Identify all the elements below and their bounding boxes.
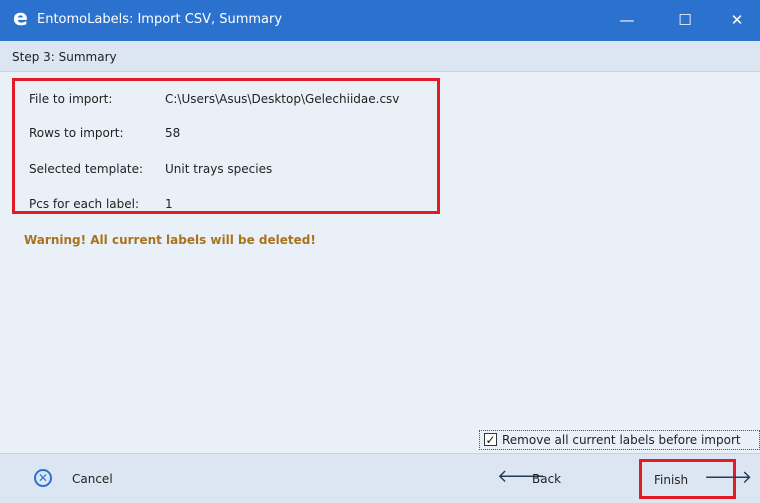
summary-box: File to import: C:\Users\Asus\Desktop\Ge… (12, 78, 440, 214)
pcs-per-label-label: Pcs for each label: (29, 197, 140, 211)
selected-template-value: Unit trays species (165, 162, 273, 176)
maximize-button[interactable]: ☐ (662, 0, 708, 41)
remove-labels-checkbox[interactable]: ✓ (484, 433, 497, 446)
finish-label[interactable]: Finish (654, 473, 688, 487)
warning-message: Warning! All current labels will be dele… (24, 233, 316, 247)
cancel-icon[interactable]: ✕ (34, 469, 52, 487)
step-label: Step 3: Summary (12, 50, 117, 64)
footer-bar: ✕ Cancel 🡐 Back Finish 🡒 (0, 453, 760, 503)
remove-labels-label[interactable]: Remove all current labels before import (502, 433, 741, 447)
window-title: EntomoLabels: Import CSV, Summary (37, 12, 283, 27)
finish-button[interactable]: Finish 🡒 (639, 459, 752, 499)
file-to-import-value: C:\Users\Asus\Desktop\Gelechiidae.csv (165, 92, 400, 106)
pcs-per-label-value: 1 (165, 197, 173, 211)
selected-template-label: Selected template: (29, 162, 144, 176)
content-panel: File to import: C:\Users\Asus\Desktop\Ge… (0, 72, 760, 453)
step-header: Step 3: Summary (0, 41, 760, 72)
forward-arrow-icon[interactable]: 🡒 (704, 469, 752, 487)
cancel-button[interactable]: Cancel (72, 472, 113, 486)
title-bar: e EntomoLabels: Import CSV, Summary — ☐ … (0, 0, 760, 41)
minimize-button[interactable]: — (604, 0, 650, 41)
remove-labels-option[interactable]: ✓ Remove all current labels before impor… (479, 430, 760, 450)
file-to-import-label: File to import: (29, 92, 113, 106)
app-logo-icon: e (13, 6, 28, 31)
close-button[interactable]: ✕ (714, 0, 760, 41)
rows-to-import-value: 58 (165, 126, 181, 140)
back-button[interactable]: Back (532, 472, 561, 486)
rows-to-import-label: Rows to import: (29, 126, 124, 140)
